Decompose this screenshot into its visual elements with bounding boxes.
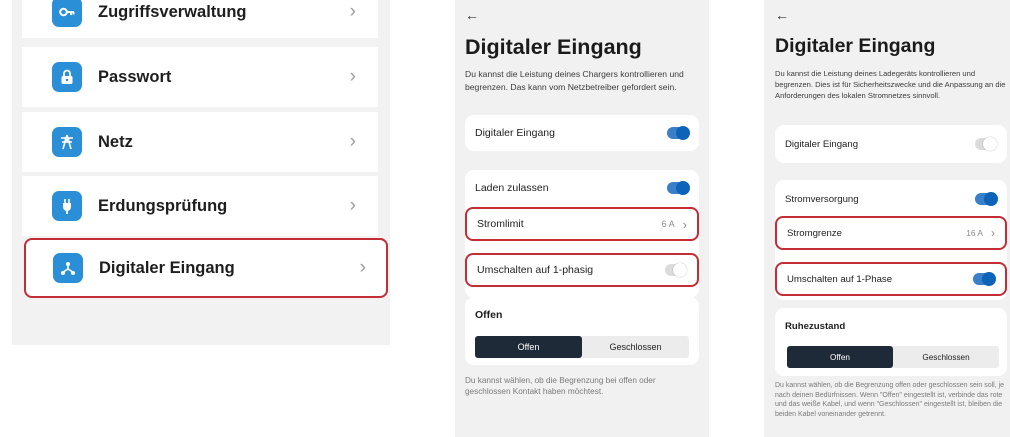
digital-input-label: Digitaler Eingang	[475, 127, 555, 139]
mode-option-open[interactable]: Offen	[475, 336, 582, 358]
menu-item-ground-check[interactable]: Erdungsprüfung ›	[22, 176, 378, 236]
chevron-right-icon: ›	[349, 66, 356, 87]
mode-option-open[interactable]: Offen	[787, 346, 893, 368]
mode-footnote: Du kannst wählen, ob die Begrenzung offe…	[775, 382, 1005, 418]
single-phase-label: Umschalten auf 1-phasig	[477, 264, 594, 276]
settings-list-panel: Zugriffsverwaltung › Passwort › Netz › E…	[12, 0, 390, 345]
back-arrow-icon[interactable]: ←	[465, 8, 479, 22]
current-limit-label: Stromlimit	[477, 218, 524, 230]
page-title: Digitaler Eingang	[465, 35, 642, 59]
menu-item-password[interactable]: Passwort ›	[22, 47, 378, 107]
power-supply-toggle[interactable]	[975, 192, 998, 206]
digital-input-card: Digitaler Eingang	[775, 125, 1007, 163]
menu-item-access-management[interactable]: Zugriffsverwaltung ›	[22, 0, 378, 38]
plug-icon	[52, 191, 82, 221]
menu-item-label: Passwort	[98, 67, 172, 86]
lock-icon	[52, 62, 82, 92]
allow-charging-row[interactable]: Laden zulassen	[475, 172, 690, 204]
single-phase-row[interactable]: Umschalten auf 1-phasig	[465, 253, 699, 287]
power-pylon-icon	[52, 127, 82, 157]
menu-item-grid[interactable]: Netz ›	[22, 112, 378, 172]
single-phase-toggle[interactable]	[973, 272, 996, 286]
digital-input-label: Digitaler Eingang	[785, 138, 859, 150]
page-description: Du kannst die Leistung deines Ladegeräts…	[775, 69, 1006, 100]
chevron-right-icon: ›	[349, 131, 356, 152]
menu-item-digital-input[interactable]: Digitaler Eingang ›	[24, 238, 388, 298]
power-supply-label: Stromversorgung	[785, 193, 859, 205]
current-limit-row[interactable]: Stromgrenze 16 A ›	[775, 216, 1007, 250]
current-limit-value: 16 A	[966, 228, 983, 238]
mode-card: Ruhezustand Offen Geschlossen	[775, 308, 1007, 376]
back-arrow-icon[interactable]: ←	[775, 8, 789, 22]
digital-input-row[interactable]: Digitaler Eingang	[475, 115, 690, 151]
digital-input-toggle[interactable]	[667, 126, 690, 140]
menu-item-label: Digitaler Eingang	[99, 258, 235, 277]
digital-input-screen-a: ← Digitaler Eingang Du kannst die Leistu…	[455, 0, 709, 437]
mode-footnote: Du kannst wählen, ob die Begrenzung bei …	[465, 376, 656, 396]
digital-input-card: Digitaler Eingang	[465, 115, 699, 151]
mode-segmented-control: Offen Geschlossen	[787, 346, 999, 368]
mode-card: Offen Offen Geschlossen	[465, 297, 699, 365]
digital-input-toggle[interactable]	[975, 137, 997, 151]
key-icon	[52, 0, 82, 27]
mode-option-closed[interactable]: Geschlossen	[893, 346, 999, 368]
allow-charging-label: Laden zulassen	[475, 182, 549, 194]
current-limit-row[interactable]: Stromlimit 6 A ›	[465, 207, 699, 241]
single-phase-toggle[interactable]	[665, 263, 687, 277]
menu-item-label: Erdungsprüfung	[98, 196, 228, 215]
mode-segmented-control: Offen Geschlossen	[475, 336, 689, 358]
mode-option-closed[interactable]: Geschlossen	[582, 336, 689, 358]
single-phase-label: Umschalten auf 1-Phase	[787, 273, 893, 285]
menu-item-label: Zugriffsverwaltung	[98, 2, 247, 21]
power-supply-row[interactable]: Stromversorgung	[785, 184, 998, 214]
page-description: Du kannst die Leistung deines Chargers k…	[465, 69, 684, 92]
chevron-right-icon: ›	[359, 257, 366, 278]
chevron-right-icon: ›	[349, 1, 356, 22]
page-title: Digitaler Eingang	[775, 35, 936, 57]
digital-input-screen-b: ← Digitaler Eingang Du kannst die Leistu…	[764, 0, 1010, 437]
current-limit-label: Stromgrenze	[787, 227, 842, 239]
single-phase-row[interactable]: Umschalten auf 1-Phase	[775, 262, 1007, 296]
mode-heading: Offen	[475, 309, 503, 321]
chevron-right-icon: ›	[991, 226, 995, 240]
chevron-right-icon: ›	[682, 216, 687, 232]
mode-heading: Ruhezustand	[785, 321, 846, 332]
menu-item-label: Netz	[98, 132, 133, 151]
allow-charging-toggle[interactable]	[667, 181, 690, 195]
connection-nodes-icon	[53, 253, 83, 283]
digital-input-row[interactable]: Digitaler Eingang	[785, 125, 997, 163]
current-limit-value: 6 A	[661, 219, 675, 229]
chevron-right-icon: ›	[349, 195, 356, 216]
